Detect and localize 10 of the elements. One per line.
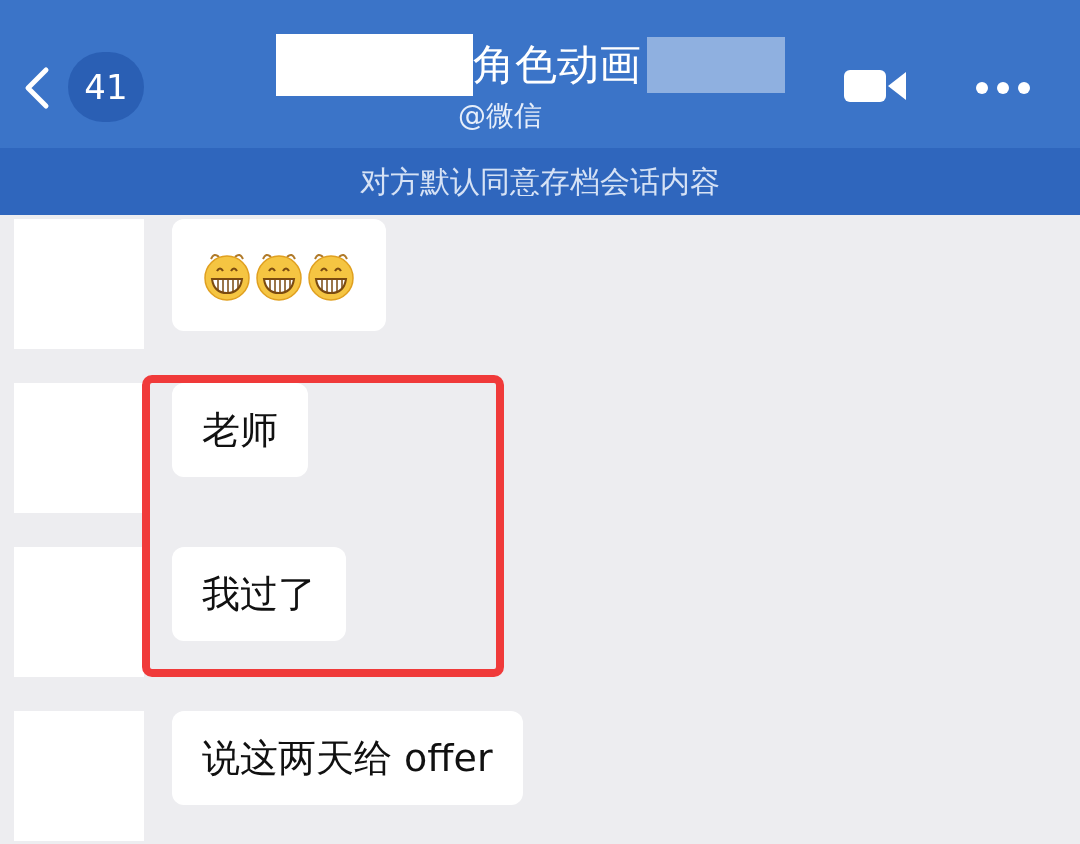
message-bubble: 老师 [172, 383, 308, 477]
chat-subtitle: @微信 [458, 98, 542, 134]
avatar[interactable] [14, 383, 144, 513]
message-bubble: 我过了 [172, 547, 346, 641]
more-icon[interactable] [975, 81, 1031, 95]
unread-count[interactable]: 41 [68, 52, 144, 122]
avatar[interactable] [14, 547, 144, 677]
message-bubble: 说这两天给 offer [172, 711, 523, 805]
chat-title: 角色动画 [472, 39, 641, 91]
notice-banner: 对方默认同意存档会话内容 [0, 148, 1080, 215]
